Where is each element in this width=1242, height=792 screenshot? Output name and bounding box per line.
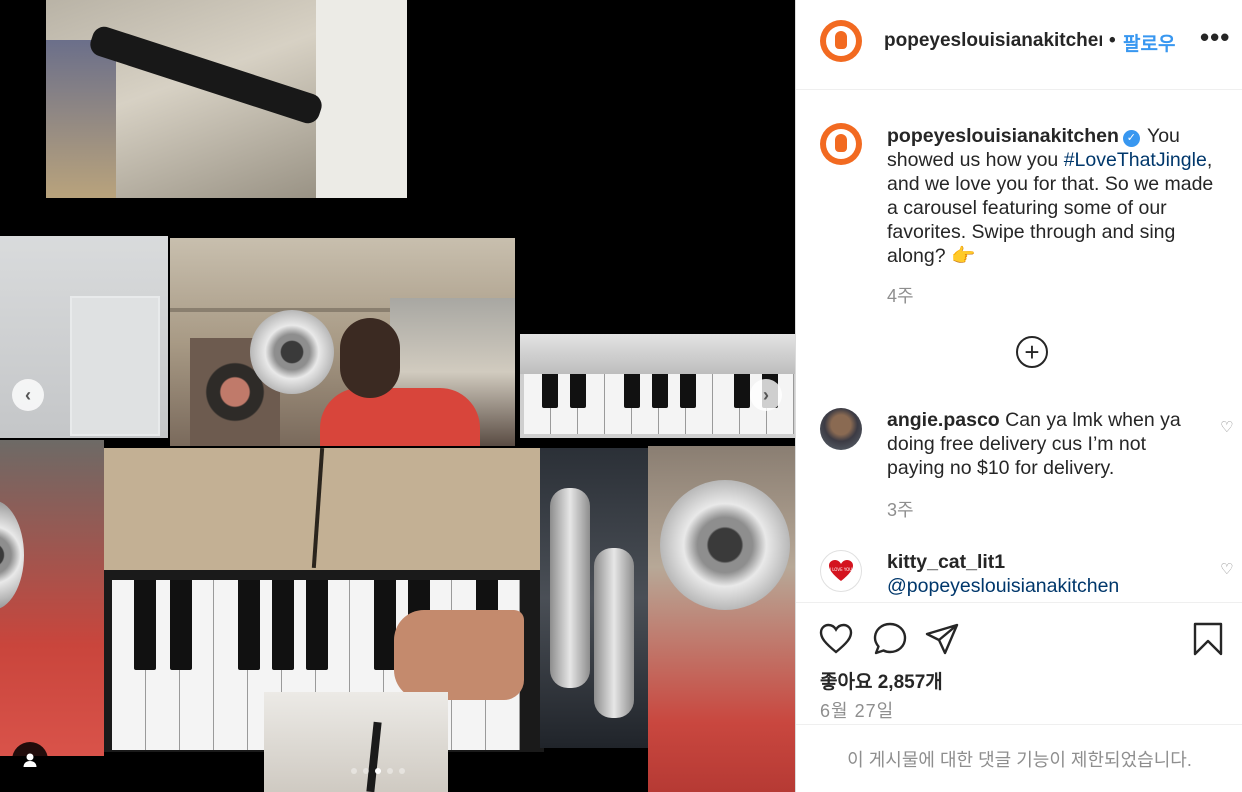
carousel-next-button[interactable]: ›: [750, 379, 782, 411]
post-media-carousel[interactable]: ‹ ›: [0, 0, 795, 792]
media-collage-hallway: [46, 0, 407, 198]
carousel-prev-button[interactable]: ‹: [12, 379, 44, 411]
author-username[interactable]: popeyeslouisianakitchen: [884, 30, 1102, 52]
tagged-people-button[interactable]: [12, 742, 48, 778]
caption-text: popeyeslouisianakitchen ✓ You showed us h…: [887, 124, 1229, 268]
caption-timestamp: 4주: [887, 286, 914, 306]
comment-like-heart-icon[interactable]: ♡: [1220, 560, 1233, 578]
media-collage-wall: [104, 448, 544, 588]
plus-circle-icon: +: [1024, 337, 1040, 367]
post-header: popeyeslouisianakitchen • 팔로우 •••: [796, 0, 1242, 90]
carousel-dot: [375, 768, 381, 774]
avatar-heart-text: I LOVE YOU: [830, 567, 853, 572]
separator-dot: •: [1109, 30, 1116, 51]
commenter-avatar[interactable]: I LOVE YOU: [820, 550, 862, 592]
chevron-left-icon: ‹: [25, 384, 31, 405]
carousel-dot: [363, 768, 369, 774]
carousel-pagination: [351, 768, 405, 774]
share-icon[interactable]: [924, 621, 960, 657]
follow-button[interactable]: 팔로우: [1123, 29, 1175, 56]
media-collage-trumpet-player: [170, 238, 515, 446]
carousel-dot: [399, 768, 405, 774]
comment-text: kitty_cat_lit1 @popeyeslouisianakitchen: [887, 550, 1197, 598]
media-collage-right-trumpet: [648, 446, 795, 792]
post-date[interactable]: 6월 27일: [820, 697, 894, 723]
commenter-username[interactable]: kitty_cat_lit1: [887, 550, 1197, 574]
heart-icon[interactable]: [818, 621, 854, 657]
author-avatar[interactable]: [820, 20, 862, 62]
user-icon: [23, 753, 37, 767]
comment-item: angie.pasco Can ya lmk when ya doing fre…: [796, 408, 1242, 520]
comments-disabled-notice: 이 게시물에 대한 댓글 기능이 제한되었습니다.: [796, 724, 1242, 792]
post-actions-bar: 좋아요 2,857개 6월 27일: [796, 602, 1242, 724]
comment-like-heart-icon[interactable]: ♡: [1220, 418, 1233, 436]
heart-avatar-icon: I LOVE YOU: [829, 560, 853, 581]
comment-item: I LOVE YOU kitty_cat_lit1 @popeyeslouisi…: [796, 550, 1242, 602]
commenter-avatar[interactable]: [820, 408, 862, 450]
bookmark-icon[interactable]: [1190, 621, 1226, 657]
comment-text: angie.pasco Can ya lmk when ya doing fre…: [887, 408, 1197, 480]
comment-icon[interactable]: [872, 621, 908, 657]
media-collage-left-trumpet: [0, 440, 104, 756]
like-count[interactable]: 좋아요 2,857개: [820, 667, 943, 694]
caption-hashtag[interactable]: #LoveThatJingle: [1064, 149, 1207, 171]
post-side-panel: popeyeslouisianakitchen • 팔로우 ••• popeye…: [795, 0, 1242, 792]
load-more-comments-button[interactable]: +: [1016, 336, 1048, 368]
caption-author-avatar[interactable]: [820, 123, 862, 165]
carousel-dot: [387, 768, 393, 774]
media-collage-trumpet-valves: [540, 448, 648, 748]
comments-scroll-area[interactable]: popeyeslouisianakitchen ✓ You showed us h…: [796, 90, 1242, 602]
comment-mention[interactable]: @popeyeslouisianakitchen: [887, 574, 1197, 598]
verified-badge-icon: ✓: [1122, 130, 1140, 147]
more-options-icon[interactable]: •••: [1200, 22, 1230, 53]
caption-username[interactable]: popeyeslouisianakitchen: [887, 125, 1119, 147]
commenter-username[interactable]: angie.pasco: [887, 409, 1000, 431]
comment-timestamp: 3주: [887, 500, 914, 520]
media-collage-small-clip: [264, 692, 448, 792]
chevron-right-icon: ›: [763, 384, 769, 405]
carousel-dot: [351, 768, 357, 774]
